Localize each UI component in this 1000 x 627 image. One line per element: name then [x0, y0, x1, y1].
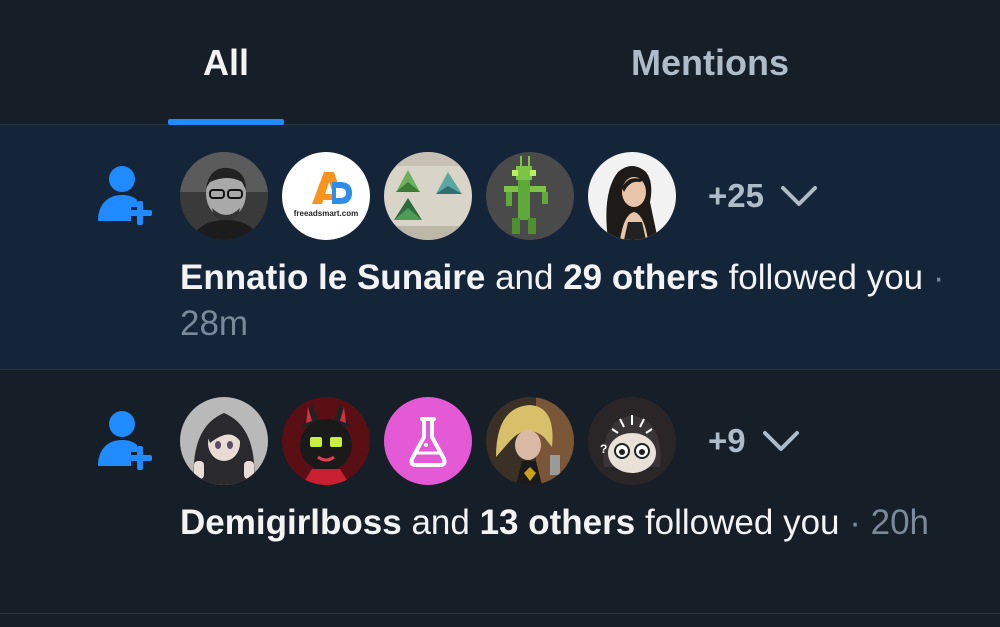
- avatar[interactable]: [384, 397, 472, 485]
- notification-tabs: All Mentions: [0, 0, 1000, 125]
- chevron-down-icon: [762, 431, 799, 451]
- notification-text: Demigirlboss and 13 others followed you …: [180, 503, 930, 542]
- more-followers-button[interactable]: +9: [708, 397, 800, 485]
- avatar[interactable]: ?: [588, 397, 676, 485]
- avatar[interactable]: [588, 152, 676, 240]
- avatar[interactable]: [384, 152, 472, 240]
- follower-avatars: ?: [180, 397, 690, 485]
- more-count: +9: [708, 422, 746, 459]
- notification-text: Ennatio le Sunaire and 29 others followe…: [180, 258, 945, 343]
- follower-avatars: freeadsmart.com: [180, 152, 690, 240]
- more-followers-button[interactable]: +25: [708, 152, 818, 240]
- tab-mentions[interactable]: Mentions: [590, 0, 830, 125]
- person-add-icon: [98, 411, 152, 470]
- actor-name[interactable]: Ennatio le Sunaire: [180, 258, 485, 297]
- notification-item[interactable]: freeadsmart.com +25 Ennatio le Sunaire a…: [0, 125, 1000, 370]
- avatar[interactable]: freeadsmart.com: [282, 152, 370, 240]
- actor-name[interactable]: Demigirlboss: [180, 503, 402, 542]
- others-count[interactable]: 29 others: [563, 258, 719, 297]
- chevron-down-icon: [780, 186, 817, 206]
- logo-text: freeadsmart.com: [294, 209, 358, 218]
- timestamp: 20h: [870, 503, 930, 542]
- avatar[interactable]: [486, 152, 574, 240]
- svg-text:?: ?: [600, 442, 607, 456]
- person-add-icon: [98, 166, 152, 225]
- avatar[interactable]: [486, 397, 574, 485]
- more-count: +25: [708, 177, 764, 214]
- avatar[interactable]: [282, 397, 370, 485]
- others-count[interactable]: 13 others: [480, 503, 636, 542]
- avatar[interactable]: [180, 397, 268, 485]
- timestamp: 28m: [180, 304, 249, 343]
- avatar[interactable]: [180, 152, 268, 240]
- notification-item[interactable]: ? +9 Demigirlboss and 13 others followed…: [0, 370, 1000, 614]
- tab-all[interactable]: All: [168, 0, 284, 125]
